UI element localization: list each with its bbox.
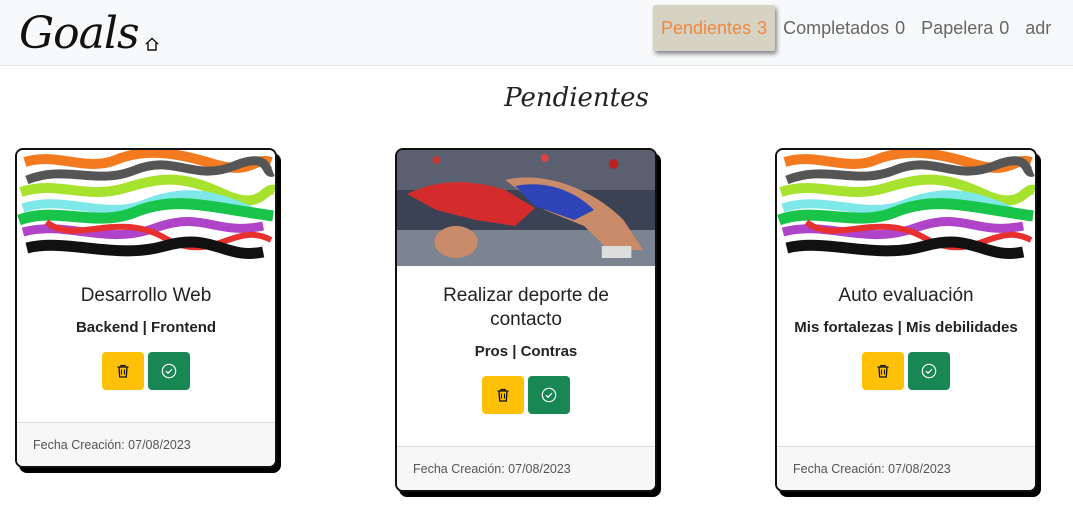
card-date: Fecha Creación: 07/08/2023	[777, 446, 1035, 490]
nav-admin-label: adr	[1025, 17, 1052, 38]
card-subtitle: Pros | Contras	[474, 343, 578, 360]
goal-card: Desarrollo Web Backend | Frontend Fecha …	[15, 148, 277, 468]
brand[interactable]: Goals	[19, 0, 160, 56]
nav-papelera[interactable]: Papelera 0	[913, 5, 1017, 51]
navbar: Goals Pendientes 3 Completados 0 Papeler…	[0, 0, 1073, 66]
nav-completados[interactable]: Completados 0	[775, 5, 913, 51]
check-circle-icon	[541, 387, 557, 403]
card-date: Fecha Creación: 07/08/2023	[397, 446, 655, 490]
delete-button[interactable]	[102, 352, 144, 390]
nav-pendientes-label: Pendientes	[661, 17, 752, 38]
goal-card: Auto evaluación Mis fortalezas | Mis deb…	[775, 148, 1037, 492]
nav-papelera-count: 0	[999, 17, 1010, 38]
nav-papelera-label: Papelera	[921, 17, 994, 38]
card-title: Desarrollo Web	[80, 285, 212, 306]
check-circle-icon	[161, 363, 177, 379]
trash-icon	[117, 364, 129, 378]
complete-button[interactable]	[148, 352, 190, 390]
card-subtitle: Backend | Frontend	[75, 319, 217, 336]
goal-card: Realizar deporte de contacto Pros | Cont…	[395, 148, 657, 492]
card-subtitle: Mis fortalezas | Mis debilidades	[794, 319, 1018, 336]
card-title: Auto evaluación	[838, 285, 974, 306]
section-title: Pendientes	[504, 83, 649, 113]
card-image-wrestling	[397, 150, 655, 266]
nav-pendientes-count: 3	[757, 17, 768, 38]
check-circle-icon	[921, 363, 937, 379]
nav-completados-count: 0	[895, 17, 906, 38]
card-image-scribbles	[17, 150, 275, 266]
card-image-scribbles	[777, 150, 1035, 266]
trash-icon	[497, 388, 509, 402]
card-date: Fecha Creación: 07/08/2023	[17, 422, 275, 466]
nav-pendientes[interactable]: Pendientes 3	[653, 5, 776, 51]
delete-button[interactable]	[482, 376, 524, 414]
home-icon[interactable]	[144, 36, 160, 52]
trash-icon	[877, 364, 889, 378]
card-title: Realizar deporte de contacto	[443, 285, 609, 330]
nav-completados-label: Completados	[783, 17, 890, 38]
brand-title[interactable]: Goals	[19, 12, 140, 56]
complete-button[interactable]	[528, 376, 570, 414]
complete-button[interactable]	[908, 352, 950, 390]
delete-button[interactable]	[862, 352, 904, 390]
nav-admin[interactable]: adr	[1017, 5, 1059, 51]
nav-links: Pendientes 3 Completados 0 Papelera 0 ad…	[653, 5, 1059, 51]
